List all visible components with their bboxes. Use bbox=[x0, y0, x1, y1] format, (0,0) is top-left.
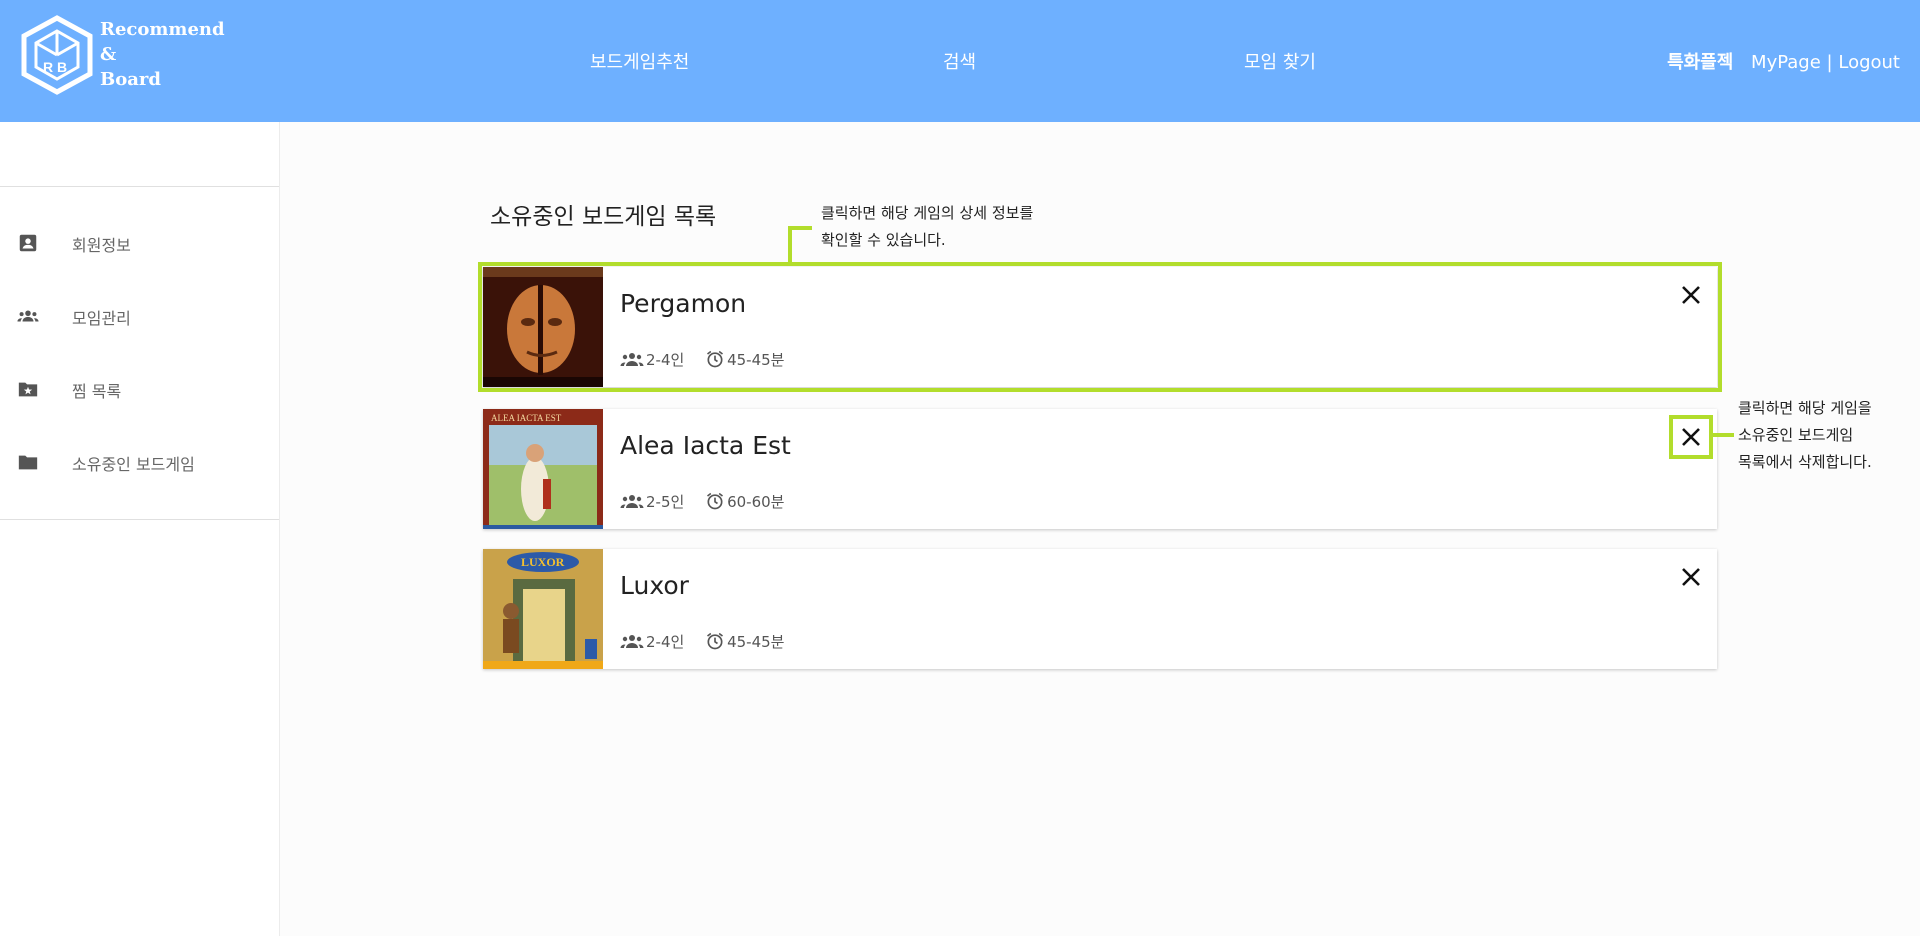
user-nav: 특화플젝 MyPage | Logout bbox=[1667, 48, 1900, 74]
game-card[interactable]: ALEA IACTA EST Alea Iacta Est 2-5인 60-60… bbox=[483, 409, 1717, 529]
folder-icon bbox=[18, 455, 38, 470]
groups-icon bbox=[17, 310, 39, 322]
players-count: 2-4인 bbox=[646, 633, 685, 651]
sidebar-item-member-info[interactable]: 회원정보 bbox=[0, 222, 279, 262]
annotation-line: 소유중인 보드게임 bbox=[1738, 426, 1854, 444]
sidebar-item-label: 소유중인 보드게임 bbox=[72, 455, 195, 474]
nav-separator: | bbox=[1826, 52, 1833, 73]
game-name: Alea Iacta Est bbox=[620, 431, 791, 460]
logo-cube-icon: R B bbox=[21, 15, 93, 95]
players-count: 2-5인 bbox=[646, 493, 685, 511]
annotation-connector bbox=[788, 226, 792, 266]
delete-annotation: 클릭하면 해당 게임을 소유중인 보드게임 목록에서 삭제합니다. bbox=[1738, 395, 1872, 476]
game-cover-image: LUXOR bbox=[483, 549, 603, 669]
game-meta: 2-5인 60-60분 bbox=[620, 491, 800, 512]
logo-text-line: & bbox=[100, 44, 117, 65]
annotation-line: 목록에서 삭제합니다. bbox=[1738, 453, 1872, 471]
sidebar-divider bbox=[0, 519, 279, 520]
game-name: Luxor bbox=[620, 571, 689, 600]
game-cover-image bbox=[483, 267, 603, 387]
logo-text: Recommend & Board bbox=[100, 17, 225, 92]
close-icon[interactable] bbox=[1669, 415, 1713, 459]
logo-text-line: Board bbox=[100, 69, 161, 90]
game-cover-image: ALEA IACTA EST bbox=[483, 409, 603, 529]
special-project-link[interactable]: 특화플젝 bbox=[1667, 52, 1733, 73]
annotation-connector bbox=[1712, 433, 1734, 437]
page-title: 소유중인 보드게임 목록 bbox=[490, 204, 717, 230]
sidebar: 회원정보 모임관리 찜 목록 소유중인 보드게임 bbox=[0, 122, 280, 936]
logo-letters: R B bbox=[43, 59, 67, 75]
play-time: 45-45분 bbox=[727, 633, 785, 651]
annotation-line: 클릭하면 해당 게임을 bbox=[1738, 399, 1872, 417]
alarm-clock-icon bbox=[707, 350, 724, 368]
account-box-icon bbox=[19, 234, 37, 252]
sidebar-divider bbox=[0, 186, 279, 187]
players-icon bbox=[620, 353, 644, 366]
close-icon[interactable] bbox=[1677, 281, 1705, 309]
alarm-clock-icon bbox=[707, 632, 724, 650]
logo-text-line: Recommend bbox=[100, 19, 225, 40]
logout-link[interactable]: Logout bbox=[1838, 52, 1900, 73]
svg-text:ALEA IACTA EST: ALEA IACTA EST bbox=[491, 413, 562, 423]
mypage-link[interactable]: MyPage bbox=[1751, 52, 1821, 73]
alarm-clock-icon bbox=[707, 492, 724, 510]
nav-find-meeting[interactable]: 모임 찾기 bbox=[1244, 48, 1316, 74]
nav-search[interactable]: 검색 bbox=[943, 48, 976, 74]
play-time: 45-45분 bbox=[727, 351, 785, 369]
annotation-line: 클릭하면 해당 게임의 상세 정보를 bbox=[821, 204, 1034, 222]
players-icon bbox=[620, 495, 644, 508]
top-header: R B Recommend & Board 보드게임추천 검색 모임 찾기 특화… bbox=[0, 0, 1920, 122]
game-card[interactable]: LUXOR Luxor 2-4인 45-45분 bbox=[483, 549, 1717, 669]
sidebar-item-owned-games[interactable]: 소유중인 보드게임 bbox=[0, 441, 279, 481]
game-meta: 2-4인 45-45분 bbox=[620, 349, 800, 370]
sidebar-item-label: 찜 목록 bbox=[72, 382, 122, 401]
sidebar-item-wishlist[interactable]: 찜 목록 bbox=[0, 368, 279, 408]
players-count: 2-4인 bbox=[646, 351, 685, 369]
card-click-annotation: 클릭하면 해당 게임의 상세 정보를 확인할 수 있습니다. bbox=[821, 200, 1033, 254]
svg-text:LUXOR: LUXOR bbox=[521, 555, 565, 569]
game-card[interactable]: Pergamon 2-4인 45-45분 bbox=[478, 262, 1722, 392]
players-icon bbox=[620, 635, 644, 648]
nav-recommend[interactable]: 보드게임추천 bbox=[590, 48, 689, 74]
game-meta: 2-4인 45-45분 bbox=[620, 631, 800, 652]
close-icon[interactable] bbox=[1677, 563, 1705, 591]
sidebar-item-meeting-manage[interactable]: 모임관리 bbox=[0, 295, 279, 335]
annotation-connector bbox=[788, 226, 812, 230]
logo[interactable]: R B Recommend & Board bbox=[20, 15, 225, 100]
annotation-line: 확인할 수 있습니다. bbox=[821, 231, 946, 249]
play-time: 60-60분 bbox=[727, 493, 785, 511]
sidebar-item-label: 회원정보 bbox=[72, 236, 131, 255]
game-name: Pergamon bbox=[620, 289, 747, 318]
sidebar-item-label: 모임관리 bbox=[72, 309, 131, 328]
folder-star-icon bbox=[18, 382, 38, 397]
